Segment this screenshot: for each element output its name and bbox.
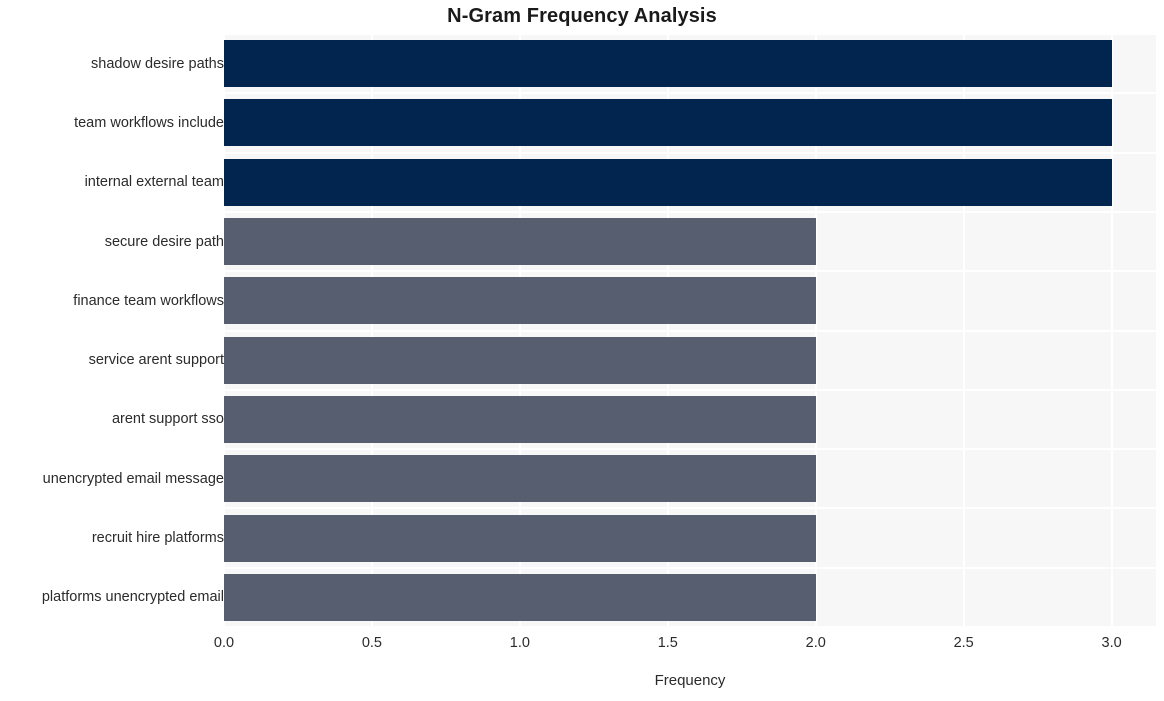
chart-title: N-Gram Frequency Analysis xyxy=(447,5,717,27)
bar xyxy=(224,218,816,266)
y-axis-tick-label: service arent support xyxy=(88,352,224,369)
bar xyxy=(224,455,816,503)
x-axis-tick-labels: 0.0 0.5 1.0 1.5 2.0 2.5 3.0 xyxy=(214,630,1156,658)
gridline-horizontal xyxy=(224,210,1156,213)
gridline-horizontal xyxy=(224,507,1156,510)
chart-figure: N-Gram Frequency Analysis shadow desire … xyxy=(0,0,1164,701)
gridline-horizontal xyxy=(224,34,1156,35)
gridline-horizontal xyxy=(224,448,1156,451)
y-axis-tick-labels: shadow desire paths team workflows includ… xyxy=(0,34,224,627)
y-axis-tick-label: team workflows include xyxy=(74,114,224,131)
gridline-horizontal xyxy=(224,626,1156,627)
x-axis-tick-label: 0.0 xyxy=(213,635,235,651)
gridline-horizontal xyxy=(224,270,1156,273)
y-axis-tick-label: internal external team xyxy=(84,174,224,191)
x-axis-tick-label: 0.5 xyxy=(361,635,383,651)
x-axis-tick-label: 3.0 xyxy=(1101,635,1122,651)
y-axis-tick-label: recruit hire platforms xyxy=(91,530,224,547)
y-axis-tick-label: shadow desire paths xyxy=(91,55,224,72)
bar xyxy=(224,514,816,562)
gridline-horizontal xyxy=(224,92,1156,95)
bar xyxy=(224,277,816,325)
x-axis-title: Frequency xyxy=(654,672,726,689)
y-axis-tick-label: secure desire path xyxy=(104,233,224,250)
gridline-horizontal xyxy=(224,329,1156,332)
x-axis-tick-label: 1.0 xyxy=(509,635,530,651)
gridline-horizontal xyxy=(224,388,1156,391)
bar xyxy=(224,573,816,621)
y-axis-tick-label: unencrypted email message xyxy=(42,470,224,487)
gridline-horizontal xyxy=(224,151,1156,154)
x-axis-tick-label: 1.5 xyxy=(657,635,678,651)
bar xyxy=(224,158,1112,206)
x-axis-tick-label: 2.0 xyxy=(805,635,826,651)
bar xyxy=(224,40,1112,88)
gridline-horizontal xyxy=(224,566,1156,569)
y-axis-tick-label: platforms unencrypted email xyxy=(41,589,224,606)
bar xyxy=(224,99,1112,147)
bar xyxy=(224,395,816,443)
y-axis-tick-label: arent support sso xyxy=(111,411,224,428)
bar xyxy=(224,336,816,384)
y-axis-tick-label: finance team workflows xyxy=(73,292,224,309)
x-axis-tick-label: 2.5 xyxy=(953,635,974,651)
plot-area xyxy=(224,34,1156,627)
